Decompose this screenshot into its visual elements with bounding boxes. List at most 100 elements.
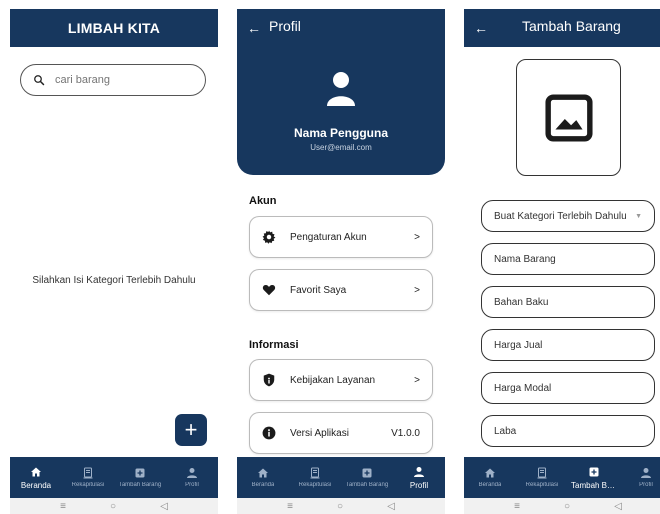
home-key-icon[interactable]: ○: [110, 501, 116, 512]
person-icon: [414, 466, 424, 477]
home-key-icon[interactable]: ○: [337, 501, 343, 512]
bottom-nav: Beranda Rekapitulasi Tambah Barang Profi…: [237, 457, 445, 498]
nav-label: Beranda: [478, 482, 502, 488]
home-screen: LIMBAH KITA Silahkan Isi Kategori Terleb…: [10, 9, 218, 514]
nav-rekapitulasi[interactable]: Rekapitulasi: [62, 457, 114, 498]
dropdown-caret-icon: ▼: [635, 212, 642, 220]
field-laba[interactable]: Laba: [481, 415, 655, 447]
menu-kebijakan-layanan[interactable]: Kebijakan Layanan >: [249, 359, 433, 401]
user-email: User@email.com: [310, 143, 372, 152]
menu-key-icon[interactable]: ≡: [287, 501, 293, 512]
field-placeholder: Nama Barang: [494, 253, 556, 265]
add-box-icon: [589, 467, 599, 476]
menu-favorit-saya[interactable]: Favorit Saya >: [249, 269, 433, 311]
user-name: Nama Pengguna: [293, 126, 389, 140]
page-title: Tambah Barang: [522, 18, 621, 34]
nav-rekapitulasi[interactable]: Rekapitulasi: [516, 457, 568, 498]
home-icon: [485, 468, 495, 478]
heart-icon: [262, 285, 276, 296]
back-arrow-icon[interactable]: ←: [474, 20, 488, 36]
field-placeholder: Laba: [494, 425, 517, 437]
category-select[interactable]: Buat Kategori Terlebih Dahulu ▼: [481, 200, 655, 232]
document-icon: [83, 467, 93, 479]
nav-label: Rekapitulasi: [525, 482, 559, 488]
nav-beranda[interactable]: Beranda: [464, 457, 516, 498]
menu-key-icon[interactable]: ≡: [60, 501, 66, 512]
nav-beranda[interactable]: Beranda: [10, 457, 62, 498]
nav-label: Rekapitulasi: [71, 482, 105, 488]
search-bar[interactable]: [20, 64, 206, 96]
back-arrow-icon[interactable]: ←: [247, 20, 261, 36]
document-icon: [537, 467, 547, 479]
nav-label: Beranda: [251, 482, 275, 488]
field-harga-modal[interactable]: Harga Modal: [481, 372, 655, 404]
back-key-icon[interactable]: ◁: [387, 501, 395, 512]
nav-label: Tambah Barang: [118, 482, 162, 488]
nav-label: Rekapitulasi: [298, 482, 332, 488]
home-icon: [258, 468, 268, 478]
back-key-icon[interactable]: ◁: [614, 501, 622, 512]
nav-label: Beranda: [20, 480, 52, 490]
menu-versi-aplikasi[interactable]: Versi Aplikasi V1.0.0: [249, 412, 433, 454]
gear-icon: [262, 230, 276, 244]
nav-label: Profil: [409, 480, 429, 490]
section-title-informasi: Informasi: [249, 339, 299, 351]
nav-profil[interactable]: Profil: [393, 457, 445, 498]
plus-icon: +: [184, 417, 198, 442]
nav-label: Profil: [185, 482, 199, 488]
app-title: LIMBAH KITA: [67, 20, 161, 36]
bottom-nav: Beranda Rekapitulasi Tambah Barang Profi…: [464, 457, 660, 498]
avatar-icon: [327, 72, 355, 106]
field-harga-jual[interactable]: Harga Jual: [481, 329, 655, 361]
menu-label: Favorit Saya: [290, 284, 347, 296]
nav-label: Profil: [639, 482, 653, 488]
profile-header: ← Profil Nama Pengguna User@email.com: [237, 9, 445, 175]
add-item-button[interactable]: +: [175, 414, 207, 446]
profile-screen: ← Profil Nama Pengguna User@email.com Ak…: [237, 9, 445, 514]
menu-label: Pengaturan Akun: [290, 231, 367, 243]
chevron-right-icon: >: [414, 231, 420, 243]
nav-beranda[interactable]: Beranda: [237, 457, 289, 498]
person-icon: [187, 468, 197, 478]
add-box-icon: [135, 468, 145, 478]
search-icon: [34, 75, 45, 86]
home-icon: [31, 467, 41, 476]
app-header: ← Tambah Barang: [464, 9, 660, 47]
search-input[interactable]: [55, 74, 185, 86]
app-header: LIMBAH KITA: [10, 9, 218, 47]
nav-tambah-barang[interactable]: Tambah Barang: [568, 457, 620, 498]
category-select-value: Buat Kategori Terlebih Dahulu: [494, 210, 627, 222]
empty-state-message: Silahkan Isi Kategori Terlebih Dahulu: [32, 275, 196, 286]
nav-label: Tambah Barang: [571, 480, 617, 490]
image-picker[interactable]: [516, 59, 621, 176]
menu-label: Kebijakan Layanan: [290, 374, 376, 386]
page-title: Profil: [269, 18, 301, 34]
menu-label: Versi Aplikasi: [290, 427, 349, 439]
nav-rekapitulasi[interactable]: Rekapitulasi: [289, 457, 341, 498]
home-key-icon[interactable]: ○: [564, 501, 570, 512]
menu-key-icon[interactable]: ≡: [514, 501, 520, 512]
bottom-nav: Beranda Rekapitulasi Tambah Barang Profi…: [10, 457, 218, 498]
system-nav-bar: ≡ ○ ◁: [464, 498, 660, 514]
field-placeholder: Bahan Baku: [494, 296, 549, 308]
nav-profil[interactable]: Profil: [620, 457, 660, 498]
system-nav-bar: ≡ ○ ◁: [237, 498, 445, 514]
section-title-akun: Akun: [249, 195, 277, 207]
shield-icon: [263, 373, 275, 387]
field-placeholder: Harga Modal: [494, 382, 552, 394]
system-nav-bar: ≡ ○ ◁: [10, 498, 218, 514]
person-icon: [641, 468, 651, 478]
back-key-icon[interactable]: ◁: [160, 501, 168, 512]
app-version: V1.0.0: [391, 427, 420, 439]
info-icon: [262, 426, 276, 440]
document-icon: [310, 467, 320, 479]
field-bahan-baku[interactable]: Bahan Baku: [481, 286, 655, 318]
nav-label: Tambah Barang: [345, 482, 389, 488]
nav-profil[interactable]: Profil: [166, 457, 218, 498]
nav-tambah-barang[interactable]: Tambah Barang: [341, 457, 393, 498]
menu-pengaturan-akun[interactable]: Pengaturan Akun >: [249, 216, 433, 258]
field-nama-barang[interactable]: Nama Barang: [481, 243, 655, 275]
chevron-right-icon: >: [414, 374, 420, 386]
image-icon: [544, 93, 593, 142]
nav-tambah-barang[interactable]: Tambah Barang: [114, 457, 166, 498]
